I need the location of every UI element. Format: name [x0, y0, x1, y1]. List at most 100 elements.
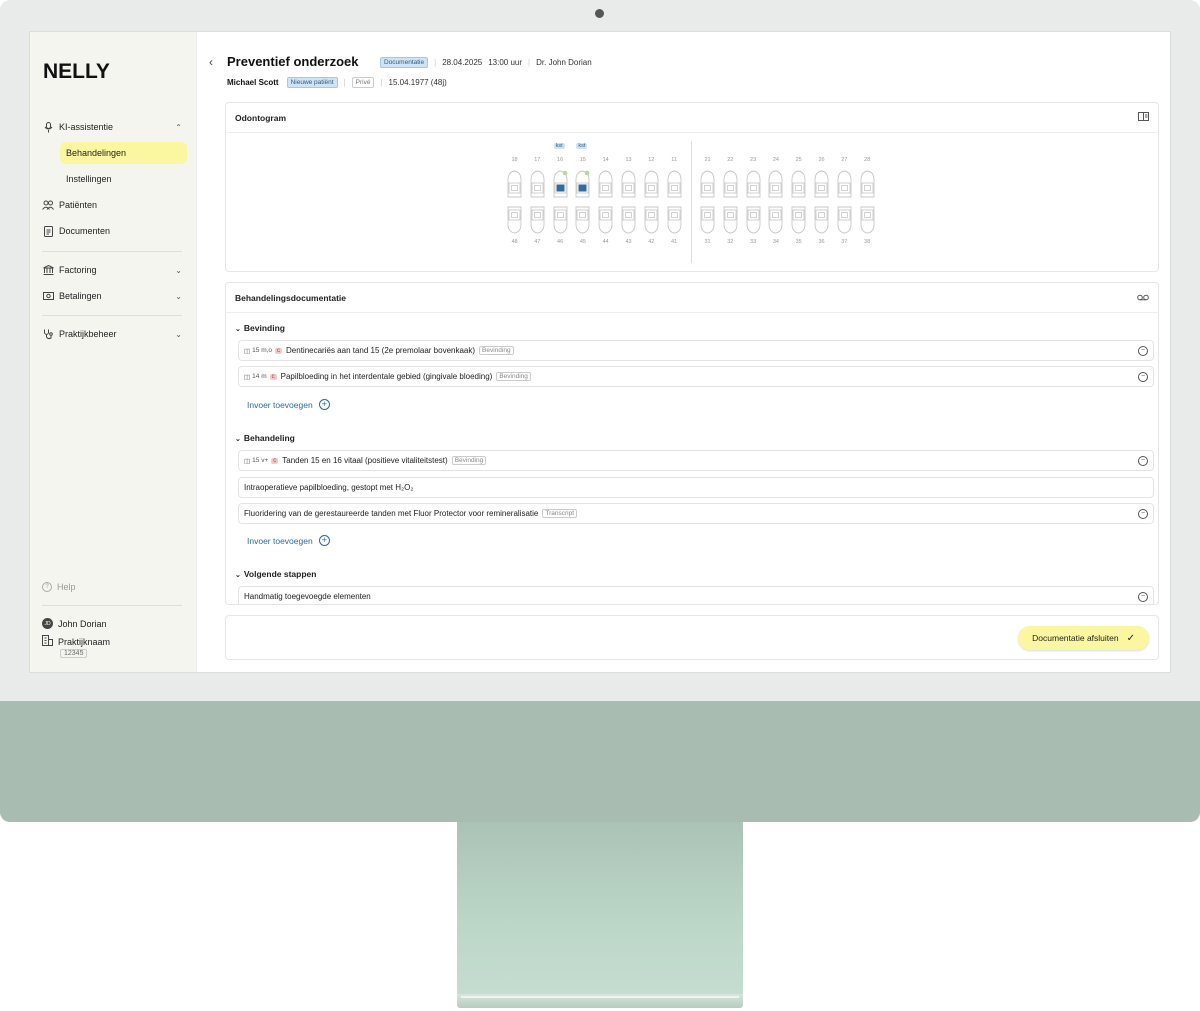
add-entry-button[interactable]: Invoer toevoegen + [247, 399, 330, 410]
remove-icon[interactable]: − [1138, 345, 1148, 356]
user-account[interactable]: JD John Dorian [42, 618, 107, 629]
tooth-number: 31 [704, 239, 711, 245]
tooth-31[interactable] [698, 206, 717, 234]
remove-icon[interactable]: − [1138, 508, 1148, 519]
tooth-34[interactable] [766, 206, 785, 234]
tooth-13[interactable] [619, 170, 638, 198]
row-text: Dentinecariës aan tand 15 (2e premolaar … [286, 346, 476, 355]
tooth-number: 23 [750, 157, 757, 163]
monitor-frame: NELLY KI-assistentie ⌃ Behandelingen Ins… [0, 0, 1200, 822]
help-icon: ? [42, 582, 52, 592]
section-behandeling-title[interactable]: ⌄ Behandeling [235, 433, 295, 443]
book-icon[interactable] [1138, 112, 1149, 123]
sidebar-item-behandelingen[interactable]: Behandelingen [60, 142, 187, 164]
tooth-42[interactable] [642, 206, 661, 234]
tooth-11[interactable] [665, 170, 684, 198]
chevron-down-icon: ⌄ [235, 436, 241, 443]
tooth-15[interactable] [573, 170, 592, 198]
tooth-43[interactable] [619, 206, 638, 234]
row-text: Papilbloeding in het interdentale gebied… [280, 372, 493, 381]
sidebar-item-ki-assistentie[interactable]: KI-assistentie ⌃ [42, 121, 182, 133]
tooth-27[interactable] [835, 170, 854, 198]
tooth-number: 42 [648, 239, 655, 245]
section-volgende-stappen-title[interactable]: ⌄ Volgende stappen [235, 569, 316, 579]
section-bevinding-title[interactable]: ⌄ Bevinding [235, 323, 285, 333]
list-item[interactable]: ◫ 15 v+ c Tanden 15 en 16 vitaal (positie… [238, 450, 1154, 471]
odontogram-chart: 18 17 16 15 14 13 12 11 21 22 23 24 25 26 27 28 48 47 46 45… [226, 133, 1158, 267]
tooth-45[interactable] [573, 206, 592, 234]
tooth-37[interactable] [835, 206, 854, 234]
monitor-stand [457, 822, 743, 994]
user-name: John Dorian [58, 618, 107, 629]
reference-badge: Transcript [542, 509, 578, 518]
bank-icon [42, 264, 54, 276]
code-badge: c [275, 347, 283, 354]
sidebar-item-factoring[interactable]: Factoring ⌄ [42, 264, 182, 276]
close-documentation-button[interactable]: Documentatie afsluiten ✓ [1018, 626, 1149, 650]
plus-icon: + [318, 535, 330, 546]
tooth-number: 15 [579, 157, 586, 163]
tooth-33[interactable] [744, 206, 763, 234]
list-item[interactable]: Handmatig toegevoegde elementen − [238, 586, 1154, 604]
patient-dob: 15.04.1977 (48j) [388, 78, 447, 87]
help-link[interactable]: ? Help [42, 582, 76, 592]
list-item[interactable]: ◫ 14 m c Papilbloeding in het interdental… [238, 366, 1154, 387]
tooth-24[interactable] [766, 170, 785, 198]
patient-name[interactable]: Michael Scott [227, 78, 279, 87]
tooth-14[interactable] [596, 170, 615, 198]
tooth-46[interactable] [551, 206, 570, 234]
list-item[interactable]: Fluoridering van de gerestaureerde tande… [238, 503, 1154, 524]
odontogram-card: Odontogram 18 17 16 15 14 13 12 11 21 22 23 24 25 26 2… [225, 102, 1159, 272]
sidebar: NELLY KI-assistentie ⌃ Behandelingen Ins… [30, 32, 197, 672]
tooth-32[interactable] [721, 206, 740, 234]
tooth-35[interactable] [789, 206, 808, 234]
list-item[interactable]: ◫ 15 m,o c Dentinecariës aan tand 15 (2e … [238, 340, 1154, 361]
tooth-38[interactable] [858, 206, 877, 234]
code-badge: c [271, 457, 279, 464]
sidebar-item-patienten[interactable]: Patiënten [42, 199, 182, 211]
sidebar-item-documenten[interactable]: Documenten [42, 225, 182, 237]
tooth-16[interactable] [551, 170, 570, 198]
tooth-44[interactable] [596, 206, 615, 234]
tooth-47[interactable] [528, 206, 547, 234]
remove-icon[interactable]: − [1138, 591, 1148, 602]
add-entry-button[interactable]: Invoer toevoegen + [247, 535, 330, 546]
remove-icon[interactable]: − [1138, 455, 1148, 466]
back-arrow-icon[interactable]: ‹ [209, 55, 213, 69]
midline-divider [691, 141, 692, 263]
tooth-41[interactable] [665, 206, 684, 234]
tooth-number: 48 [511, 239, 518, 245]
tooth-18[interactable] [505, 170, 524, 198]
tooth-48[interactable] [505, 206, 524, 234]
tooth-23[interactable] [744, 170, 763, 198]
tooth-25[interactable] [789, 170, 808, 198]
row-text: Intraoperatieve papilbloeding, gestopt m… [244, 483, 414, 492]
voicemail-icon[interactable] [1137, 293, 1149, 303]
document-icon [42, 225, 54, 237]
tooth-21[interactable] [698, 170, 717, 198]
sidebar-divider [42, 315, 182, 316]
code-badge: c [269, 373, 277, 380]
sidebar-item-praktijkbeheer[interactable]: Praktijkbeheer ⌄ [42, 328, 182, 340]
tooth-12[interactable] [642, 170, 661, 198]
tooth-22[interactable] [721, 170, 740, 198]
list-item[interactable]: Intraoperatieve papilbloeding, gestopt m… [238, 477, 1154, 498]
remove-icon[interactable]: − [1138, 371, 1148, 382]
app-logo: NELLY [43, 60, 110, 83]
tooth-tag: ◫ 14 m [244, 373, 267, 381]
tooth-17[interactable] [528, 170, 547, 198]
tooth-icon: ◫ [244, 457, 251, 465]
monitor-chin [0, 701, 1200, 822]
section-title: Volgende stappen [243, 569, 317, 579]
practice-account[interactable]: Praktijknaam [42, 635, 110, 648]
tooth-number: 28 [864, 157, 871, 163]
appointment-date: 28.04.2025 [442, 58, 483, 67]
tooth-36[interactable] [812, 206, 831, 234]
tooth-28[interactable] [858, 170, 877, 198]
add-entry-label: Invoer toevoegen [247, 535, 313, 546]
sidebar-item-betalingen[interactable]: Betalingen ⌄ [42, 290, 182, 302]
sidebar-item-instellingen[interactable]: Instellingen [60, 168, 187, 190]
chevron-down-icon: ⌄ [235, 572, 241, 579]
tooth-26[interactable] [812, 170, 831, 198]
footer-card: Documentatie afsluiten ✓ [225, 615, 1159, 660]
